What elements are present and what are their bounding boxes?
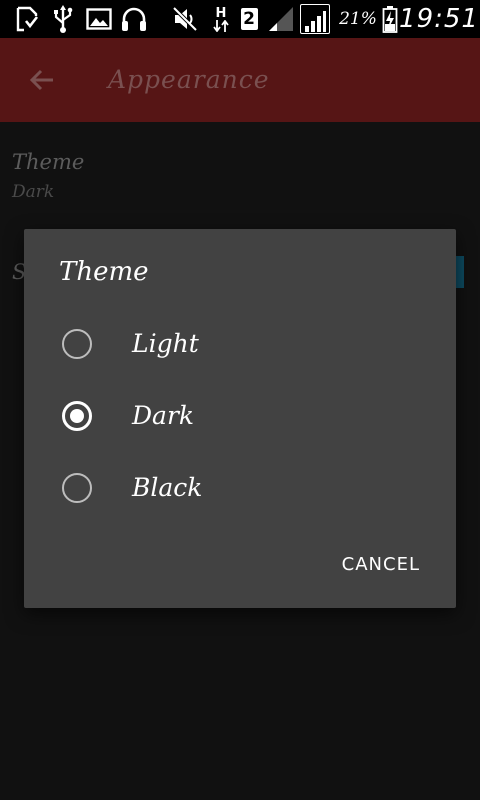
option-dark[interactable]: Dark <box>24 380 456 452</box>
page-title: Appearance <box>108 65 270 94</box>
cancel-button[interactable]: CANCEL <box>330 547 432 583</box>
option-label: Dark <box>132 401 195 430</box>
option-label: Light <box>132 329 199 358</box>
sim2-icon: 2 <box>238 0 260 38</box>
signal-weak-icon <box>266 0 296 38</box>
preference-theme[interactable]: Theme Dark <box>0 140 480 214</box>
data-type-label: H <box>215 5 227 21</box>
signal-full-icon <box>298 0 332 38</box>
mute-icon <box>172 0 198 38</box>
image-icon <box>86 0 112 38</box>
headphones-icon <box>120 0 148 38</box>
usb-icon <box>52 0 74 38</box>
radio-unchecked-icon[interactable] <box>62 329 92 359</box>
preference-summary: Dark <box>12 182 55 202</box>
dialog-title: Theme <box>59 257 149 287</box>
back-button[interactable] <box>14 52 70 108</box>
option-light[interactable]: Light <box>24 308 456 380</box>
theme-dialog: Theme Light Dark Black CANCEL <box>24 229 456 608</box>
download-complete-icon <box>14 0 40 38</box>
arrow-back-icon <box>29 69 53 91</box>
battery-percent: 21% <box>339 9 377 29</box>
radio-checked-icon[interactable] <box>62 401 92 431</box>
hspa-data-icon: H <box>210 0 232 38</box>
clock: 19:51 <box>399 4 479 34</box>
battery-charging-icon <box>380 0 400 38</box>
option-label: Black <box>132 473 203 502</box>
status-bar: H 2 21% 19:51 <box>0 0 480 38</box>
radio-unchecked-icon[interactable] <box>62 473 92 503</box>
option-black[interactable]: Black <box>24 452 456 524</box>
sim-slot-label: 2 <box>240 8 258 30</box>
preference-title: Theme <box>12 150 85 174</box>
toolbar: Appearance <box>0 38 480 122</box>
